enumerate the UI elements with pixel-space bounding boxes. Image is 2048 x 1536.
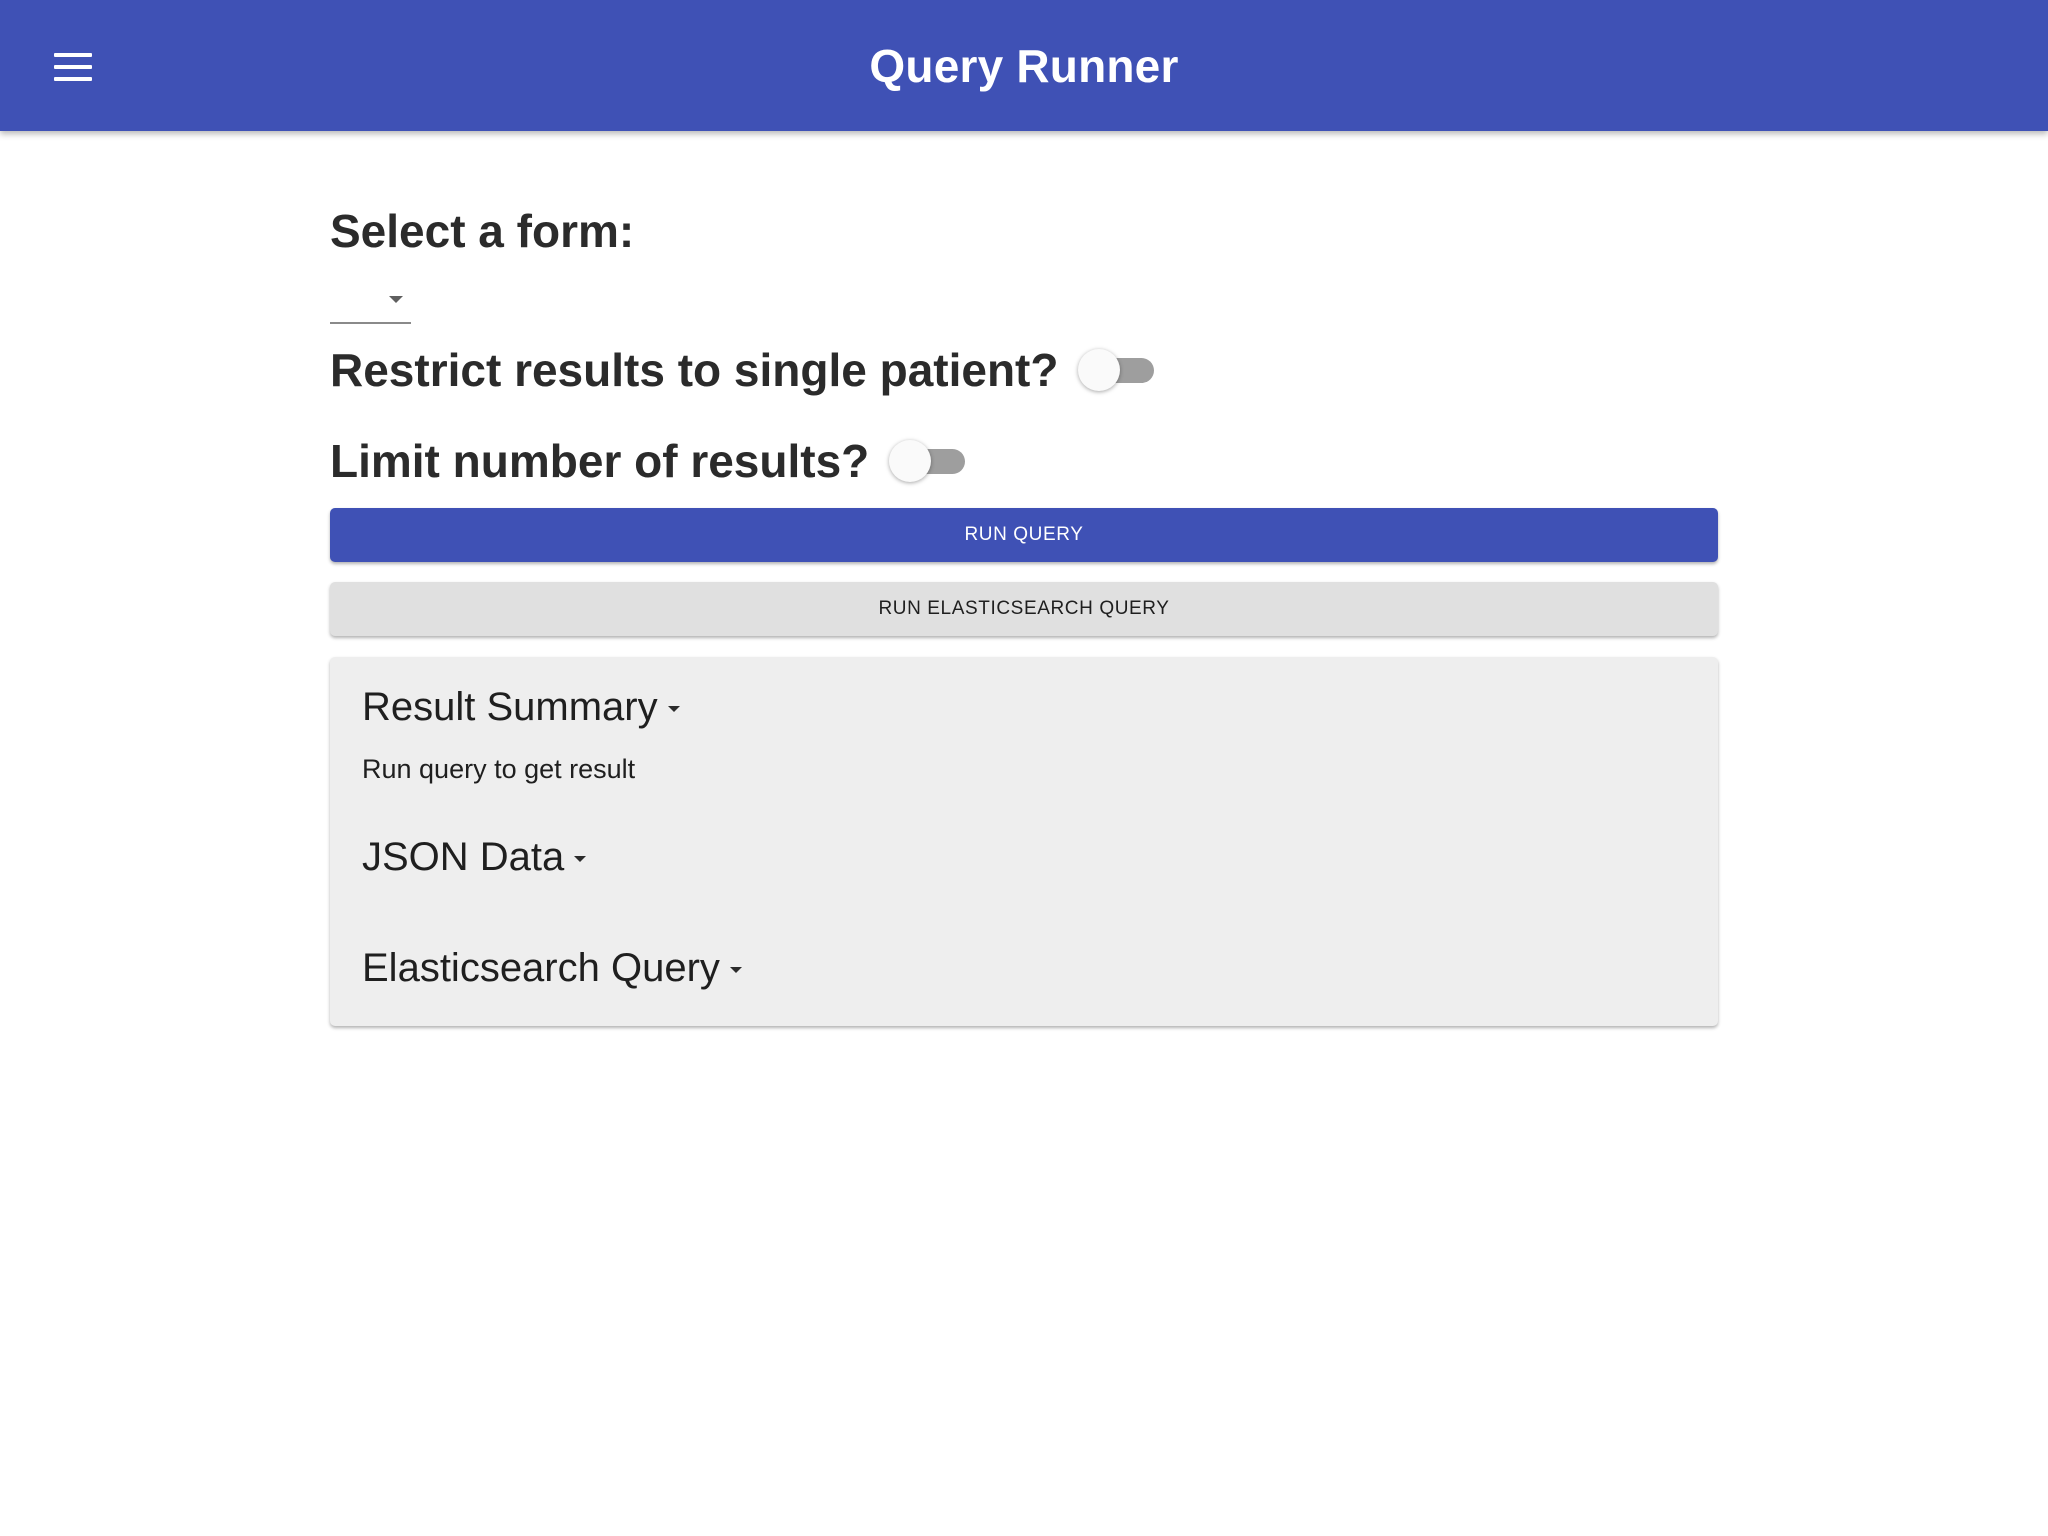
switch-thumb (1078, 349, 1121, 391)
caret-down-icon (729, 966, 742, 973)
form-select-dropdown[interactable] (330, 276, 411, 324)
single-patient-row: Restrict results to single patient? (330, 343, 1155, 397)
dropdown-arrow-icon (389, 296, 403, 303)
result-summary-title: Result Summary (362, 685, 658, 729)
caret-down-icon (574, 855, 587, 862)
switch-thumb (889, 440, 932, 482)
elasticsearch-query-toggle[interactable]: Elasticsearch Query (362, 946, 742, 991)
json-data-title: JSON Data (362, 835, 565, 879)
run-elasticsearch-query-button[interactable]: RUN ELASTICSEARCH QUERY (330, 582, 1718, 636)
app-title: Query Runner (869, 39, 1179, 92)
caret-down-icon (667, 705, 680, 712)
limit-results-row: Limit number of results? (330, 434, 966, 488)
result-summary-text: Run query to get result (362, 754, 636, 784)
results-panel: Result Summary Run query to get result J… (330, 657, 1718, 1026)
limit-results-label: Limit number of results? (330, 435, 870, 487)
run-query-button[interactable]: RUN QUERY (330, 508, 1718, 562)
single-patient-label: Restrict results to single patient? (330, 344, 1059, 396)
limit-results-switch[interactable] (889, 440, 966, 482)
select-form-heading: Select a form: (330, 205, 635, 257)
single-patient-switch[interactable] (1078, 349, 1155, 391)
result-summary-toggle[interactable]: Result Summary (362, 685, 680, 730)
json-data-toggle[interactable]: JSON Data (362, 835, 587, 880)
elasticsearch-query-title: Elasticsearch Query (362, 946, 720, 990)
app-bar: Query Runner (0, 0, 2048, 131)
